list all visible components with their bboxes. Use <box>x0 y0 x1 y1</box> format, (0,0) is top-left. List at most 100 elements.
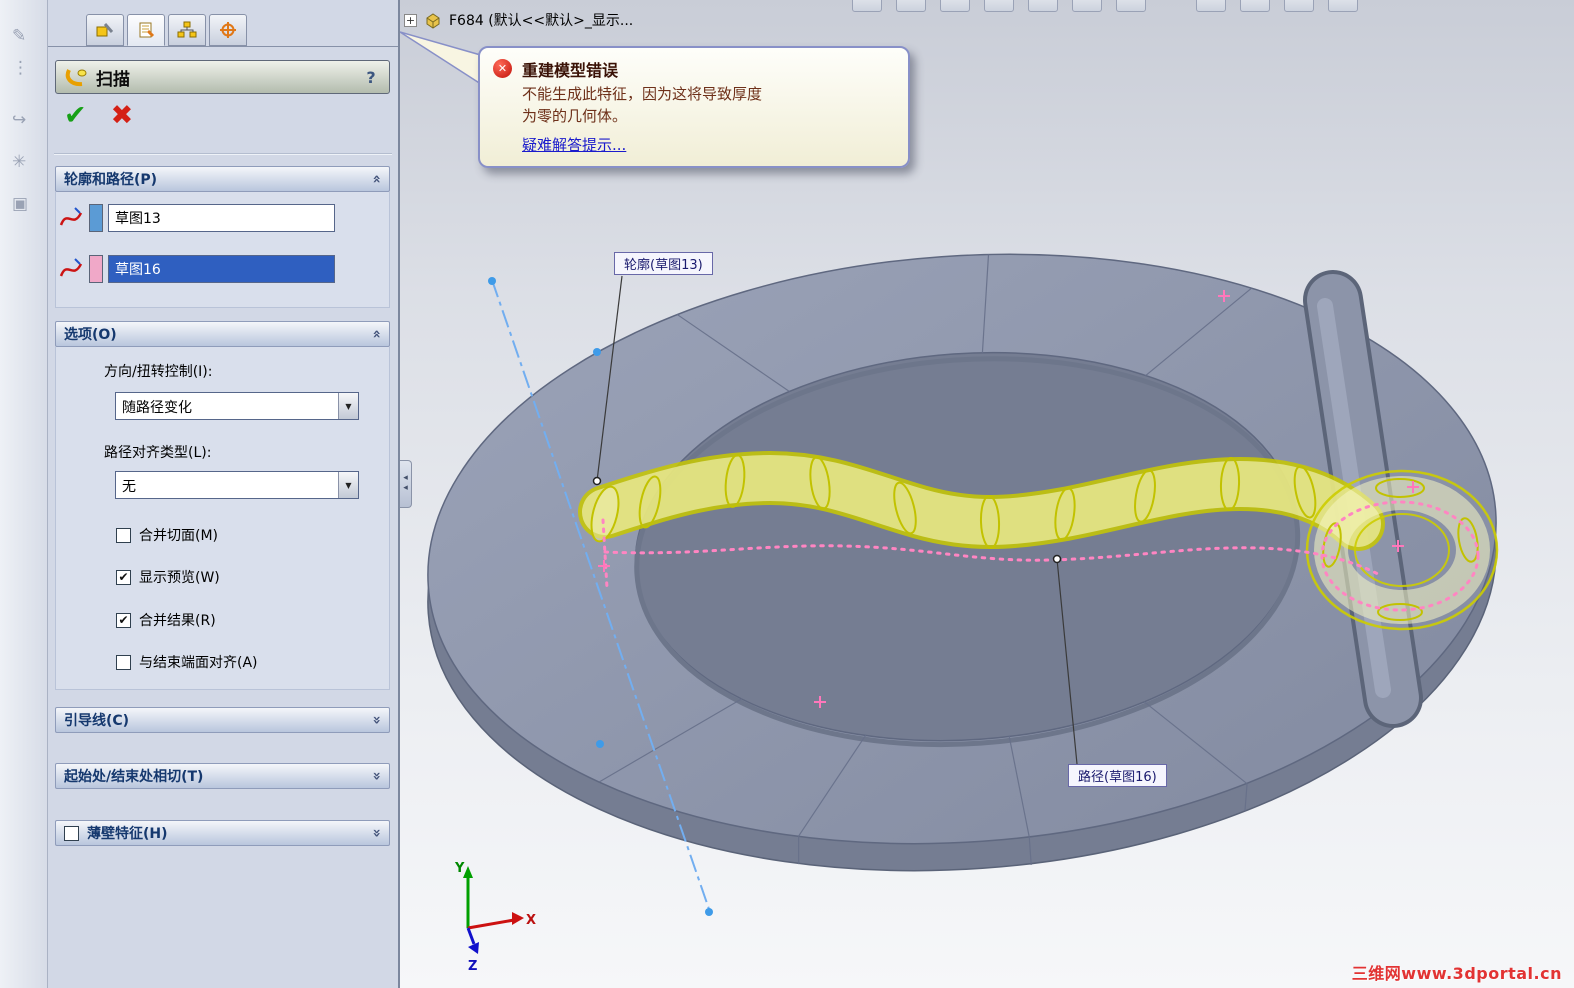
divider <box>54 153 392 155</box>
checkbox-label: 显示预览(W) <box>139 570 220 586</box>
section-label: 引导线(C) <box>64 713 130 729</box>
side-toolbar: ✎ ⋮ ↪ ✳ ▣ <box>0 0 48 988</box>
solidworks-window: ✎ ⋮ ↪ ✳ ▣ 扫描 ? ✔ ✖ 轮廓和路径(P) « 草图13 草图16 … <box>0 0 1574 988</box>
error-text-line1: 不能生成此特征，因为这将导致厚度 <box>522 85 763 103</box>
error-title: 重建模型错误 <box>522 61 619 80</box>
section-guide-curves[interactable]: 引导线(C) » <box>55 707 390 733</box>
toolbar-icon[interactable] <box>896 0 926 12</box>
profile-color-swatch <box>89 204 103 232</box>
balloon-tail <box>400 31 485 88</box>
dropdown-arrow-icon[interactable]: ▼ <box>338 472 358 498</box>
checkbox-label: 与结束端面对齐(A) <box>139 655 258 671</box>
tab-dimxpert[interactable] <box>209 14 247 46</box>
profile-sketch-input[interactable] <box>108 204 335 232</box>
chevron-up-icon[interactable]: « <box>368 329 384 338</box>
toolbar-icon[interactable] <box>1284 0 1314 12</box>
ok-button[interactable]: ✔ <box>64 102 87 129</box>
chevron-down-icon[interactable]: » <box>368 828 384 837</box>
orientation-label: 方向/扭转控制(I): <box>104 364 213 380</box>
asterisk-tool-icon[interactable]: ✳ <box>12 152 26 172</box>
chevron-down-icon[interactable]: » <box>368 715 384 724</box>
toolbar-icon[interactable] <box>1328 0 1358 12</box>
tab-featuremanager[interactable] <box>86 14 124 46</box>
section-label: 起始处/结束处相切(T) <box>64 769 204 785</box>
path-color-swatch <box>89 255 103 283</box>
profile-sketch-icon <box>59 207 83 226</box>
align-end-faces-checkbox[interactable]: ✔ <box>116 654 131 670</box>
section-start-end-tangency[interactable]: 起始处/结束处相切(T) » <box>55 763 390 789</box>
error-text-line2: 为零的几何体。 <box>522 106 628 125</box>
section-label: 选项(O) <box>64 327 117 343</box>
panel-tool-icon[interactable]: ▣ <box>12 194 28 214</box>
align-end-faces-row: ✔ 与结束端面对齐(A) <box>116 652 258 672</box>
section-label: 轮廓和路径(P) <box>64 172 158 188</box>
path-alignment-label: 路径对齐类型(L): <box>104 445 212 461</box>
toolbar-icon[interactable] <box>1116 0 1146 12</box>
path-pick-row <box>58 255 335 283</box>
collapse-left-icon: ◂ <box>403 483 408 493</box>
toolbar-icon[interactable] <box>852 0 882 12</box>
path-callout[interactable]: 路径(草图16) <box>1068 764 1167 787</box>
confirm-row: ✔ ✖ <box>64 102 133 129</box>
sketch-tool-icon[interactable]: ✎ <box>12 26 26 46</box>
triad-z-label: Z <box>468 959 477 974</box>
checkbox-label: 合并结果(R) <box>139 613 216 629</box>
rebuild-error-balloon: ✕ 重建模型错误 不能生成此特征，因为这将导致厚度 为零的几何体。 疑难解答提示… <box>478 46 910 168</box>
crosshair-icon <box>220 22 236 38</box>
path-alignment-combo[interactable]: 无 ▼ <box>115 471 359 499</box>
error-icon: ✕ <box>493 59 512 78</box>
checkmark-icon: ✔ <box>118 613 129 627</box>
flyout-tree-item[interactable]: + F684 (默认<<默认>_显示... <box>404 10 633 30</box>
thin-feature-checkbox[interactable]: ✔ <box>64 825 79 841</box>
tabs-divider <box>48 46 398 47</box>
merge-result-checkbox[interactable]: ✔ <box>116 612 131 628</box>
merge-tangent-faces-checkbox[interactable]: ✔ <box>116 527 131 543</box>
arrow-tool-icon[interactable]: ↪ <box>12 110 26 130</box>
section-thin-feature[interactable]: ✔ 薄壁特征(H) » <box>55 820 390 846</box>
toolbar-icon[interactable] <box>1196 0 1226 12</box>
path-sketch-input[interactable] <box>108 255 335 283</box>
tab-configurationmanager[interactable] <box>168 14 206 46</box>
toolbar-icon[interactable] <box>984 0 1014 12</box>
triad-y-label: Y <box>454 861 465 876</box>
watermark: 三维网www.3dportal.cn <box>1351 964 1562 983</box>
profile-attach-point[interactable] <box>592 476 602 486</box>
show-preview-checkbox[interactable]: ✔ <box>116 569 131 585</box>
cancel-button[interactable]: ✖ <box>111 102 134 129</box>
ellipsis-tool-icon[interactable]: ⋮ <box>12 58 29 78</box>
chevron-down-icon[interactable]: » <box>368 771 384 780</box>
section-label: 薄壁特征(H) <box>87 826 168 842</box>
show-preview-row: ✔ 显示预览(W) <box>116 567 220 587</box>
profile-pick-row <box>58 204 335 232</box>
tab-propertymanager[interactable] <box>127 14 165 46</box>
combo-value: 无 <box>122 479 136 495</box>
feature-title: 扫描 <box>96 69 130 90</box>
dropdown-arrow-icon[interactable]: ▼ <box>338 393 358 419</box>
tree-expand-icon[interactable]: + <box>404 13 417 27</box>
orientation-triad: Y X Z <box>454 861 536 974</box>
toolbar-icon[interactable] <box>1240 0 1270 12</box>
merge-result-row: ✔ 合并结果(R) <box>116 610 216 630</box>
toolbar-icon[interactable] <box>1072 0 1102 12</box>
panel-splitter-handle[interactable]: ◂ ◂ <box>400 460 412 508</box>
profile-callout[interactable]: 轮廓(草图13) <box>614 252 713 275</box>
chevron-up-icon[interactable]: « <box>368 174 384 183</box>
troubleshoot-link[interactable]: 疑难解答提示... <box>522 134 626 155</box>
toolbar-icon[interactable] <box>1028 0 1058 12</box>
part-icon <box>426 13 440 29</box>
help-button[interactable]: ? <box>361 68 381 87</box>
feature-title-bar: 扫描 ? <box>55 60 390 94</box>
path-attach-point[interactable] <box>1052 554 1062 564</box>
section-options[interactable]: 选项(O) « <box>55 321 390 347</box>
toolbar-icon[interactable] <box>940 0 970 12</box>
orientation-twist-combo[interactable]: 随路径变化 ▼ <box>115 392 359 420</box>
combo-value: 随路径变化 <box>122 400 192 416</box>
graphics-viewport[interactable]: Y X Z + F684 (默认<<默认>_显示... ✕ 重建模型错误 不能生… <box>400 0 1574 988</box>
configuration-tree-icon <box>177 21 197 38</box>
sweep-feature-icon <box>65 69 87 87</box>
tree-item-label: F684 (默认<<默认>_显示... <box>449 13 634 29</box>
manager-tabs <box>86 14 247 46</box>
triad-x-label: X <box>526 913 536 928</box>
property-manager-panel: 扫描 ? ✔ ✖ 轮廓和路径(P) « 草图13 草图16 选项(O) « 方向… <box>48 0 400 988</box>
section-profile-path[interactable]: 轮廓和路径(P) « <box>55 166 390 192</box>
